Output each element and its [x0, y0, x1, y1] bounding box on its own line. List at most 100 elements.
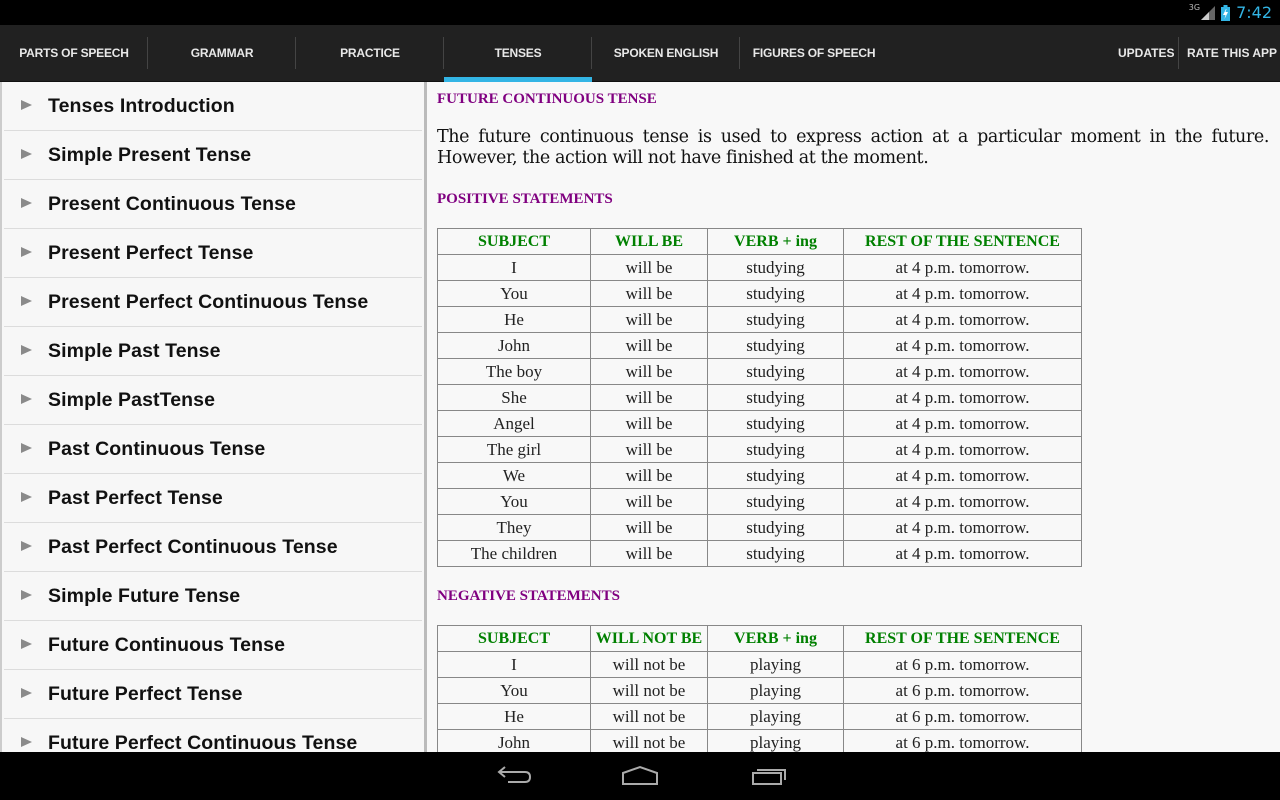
table-cell: We	[437, 462, 591, 489]
tab-grammar[interactable]: GRAMMAR	[148, 25, 296, 80]
expand-arrow-icon	[21, 149, 32, 159]
expand-arrow-icon	[21, 394, 32, 404]
table-cell: will be	[590, 410, 708, 437]
list-item[interactable]: Past Continuous Tense	[4, 425, 422, 474]
table-cell: at 4 p.m. tomorrow.	[843, 436, 1082, 463]
list-item-label: Tenses Introduction	[48, 94, 235, 117]
list-item-label: Simple Present Tense	[48, 143, 252, 166]
column-header: REST OF THE SENTENCE	[843, 625, 1082, 652]
table-cell: at 4 p.m. tomorrow.	[843, 332, 1082, 359]
expand-arrow-icon	[21, 443, 32, 453]
expand-arrow-icon	[21, 590, 32, 600]
table-row: The children will be studying at 4 p.m. tom…	[437, 540, 1082, 567]
table-cell: The girl	[437, 436, 591, 463]
table-cell: at 4 p.m. tomorrow.	[843, 540, 1082, 567]
network-type: 3G	[1188, 3, 1201, 12]
table-cell: at 6 p.m. tomorrow.	[843, 677, 1082, 704]
table-row: They will be studying at 4 p.m. tomorrow.	[437, 514, 1082, 541]
table-cell: studying	[707, 436, 844, 463]
table-cell: John	[437, 729, 591, 752]
column-header: VERB + ing	[707, 228, 844, 255]
table-cell: studying	[707, 358, 844, 385]
list-item[interactable]: Future Perfect Tense	[4, 670, 422, 719]
expand-arrow-icon	[21, 541, 32, 551]
table-cell: I	[437, 254, 591, 281]
system-nav-bar	[0, 752, 1280, 800]
column-header: SUBJECT	[437, 625, 591, 652]
tab-tenses[interactable]: TENSES	[444, 25, 592, 82]
list-item[interactable]: Simple PastTense	[4, 376, 422, 425]
list-item[interactable]: Present Perfect Tense	[4, 229, 422, 278]
tab-figures-of-speech[interactable]: FIGURES OF SPEECH	[740, 25, 888, 80]
column-header: VERB + ing	[707, 625, 844, 652]
status-bar: 3G 7:42	[0, 0, 1280, 25]
table-cell: studying	[707, 306, 844, 333]
expand-arrow-icon	[21, 198, 32, 208]
tab-label: PRACTICE	[340, 45, 400, 60]
list-item[interactable]: Present Continuous Tense	[4, 180, 422, 229]
table-row: He will not be playing at 6 p.m. tomorrow.	[437, 703, 1082, 730]
table-cell: at 4 p.m. tomorrow.	[843, 410, 1082, 437]
tab-label: PARTS OF SPEECH	[19, 45, 129, 60]
updates-button[interactable]: UPDATES	[1118, 25, 1174, 80]
table-cell: studying	[707, 384, 844, 411]
tab-spoken-english[interactable]: SPOKEN ENGLISH	[592, 25, 740, 80]
tab-practice[interactable]: PRACTICE	[296, 25, 444, 80]
table-row: You will be studying at 4 p.m. tomorrow.	[437, 280, 1082, 307]
table-cell: at 4 p.m. tomorrow.	[843, 462, 1082, 489]
list-item-label: Simple Past Tense	[48, 339, 221, 362]
table-cell: will be	[590, 332, 708, 359]
expand-arrow-icon	[21, 296, 32, 306]
table-row: John will not be playing at 6 p.m. tomorrow…	[437, 729, 1082, 752]
expand-arrow-icon	[21, 492, 32, 502]
list-item[interactable]: Future Perfect Continuous Tense	[4, 719, 422, 752]
list-item-label: Present Perfect Tense	[48, 241, 254, 264]
list-item[interactable]: Past Perfect Tense	[4, 474, 422, 523]
table-row: Angel will be studying at 4 p.m. tomorrow.	[437, 410, 1082, 437]
list-item-label: Past Perfect Continuous Tense	[48, 535, 338, 558]
article-view[interactable]: FUTURE CONTINUOUS TENSE The future conti…	[430, 82, 1280, 752]
table-cell: You	[437, 677, 591, 704]
table-cell: You	[437, 488, 591, 515]
expand-arrow-icon	[21, 688, 32, 698]
table-cell: playing	[707, 651, 844, 678]
table-cell: He	[437, 703, 591, 730]
table-cell: playing	[707, 703, 844, 730]
rate-app-button[interactable]: RATE THIS APP	[1187, 25, 1277, 80]
table-cell: studying	[707, 540, 844, 567]
column-header: WILL NOT BE	[590, 625, 708, 652]
battery-charging-icon	[1221, 4, 1231, 21]
tenses-list[interactable]: Tenses Introduction Simple Present Tense…	[0, 82, 427, 752]
list-item-label: Past Perfect Tense	[48, 486, 223, 509]
table-cell: will not be	[590, 677, 708, 704]
tab-label: GRAMMAR	[190, 45, 254, 60]
table-cell: The boy	[437, 358, 591, 385]
list-item[interactable]: Past Perfect Continuous Tense	[4, 523, 422, 572]
back-icon[interactable]	[492, 764, 532, 790]
list-item[interactable]: Present Perfect Continuous Tense	[4, 278, 422, 327]
table-row: He will be studying at 4 p.m. tomorrow.	[437, 306, 1082, 333]
action-divider	[1178, 37, 1179, 69]
table-cell: will be	[590, 358, 708, 385]
table-cell: studying	[707, 514, 844, 541]
list-item[interactable]: Simple Future Tense	[4, 572, 422, 621]
list-item[interactable]: Tenses Introduction	[4, 82, 422, 131]
table-cell: will be	[590, 280, 708, 307]
expand-arrow-icon	[21, 639, 32, 649]
list-item-label: Present Perfect Continuous Tense	[48, 290, 369, 313]
table-row: Iwill be studying at 4 p.m. tomorrow.	[437, 254, 1082, 281]
table-cell: John	[437, 332, 591, 359]
table-cell: will not be	[590, 729, 708, 752]
list-item[interactable]: Simple Present Tense	[4, 131, 422, 180]
home-icon[interactable]	[620, 764, 660, 790]
list-item[interactable]: Simple Past Tense	[4, 327, 422, 376]
table-cell: Angel	[437, 410, 591, 437]
list-item[interactable]: Future Continuous Tense	[4, 621, 422, 670]
recents-icon[interactable]	[750, 764, 790, 790]
table-cell: They	[437, 514, 591, 541]
table-cell: studying	[707, 488, 844, 515]
table-cell: at 4 p.m. tomorrow.	[843, 384, 1082, 411]
table-cell: will be	[590, 384, 708, 411]
tab-bar: PARTS OF SPEECH GRAMMAR PRACTICE TENSES …	[0, 25, 1280, 82]
tab-parts-of-speech[interactable]: PARTS OF SPEECH	[0, 25, 148, 80]
